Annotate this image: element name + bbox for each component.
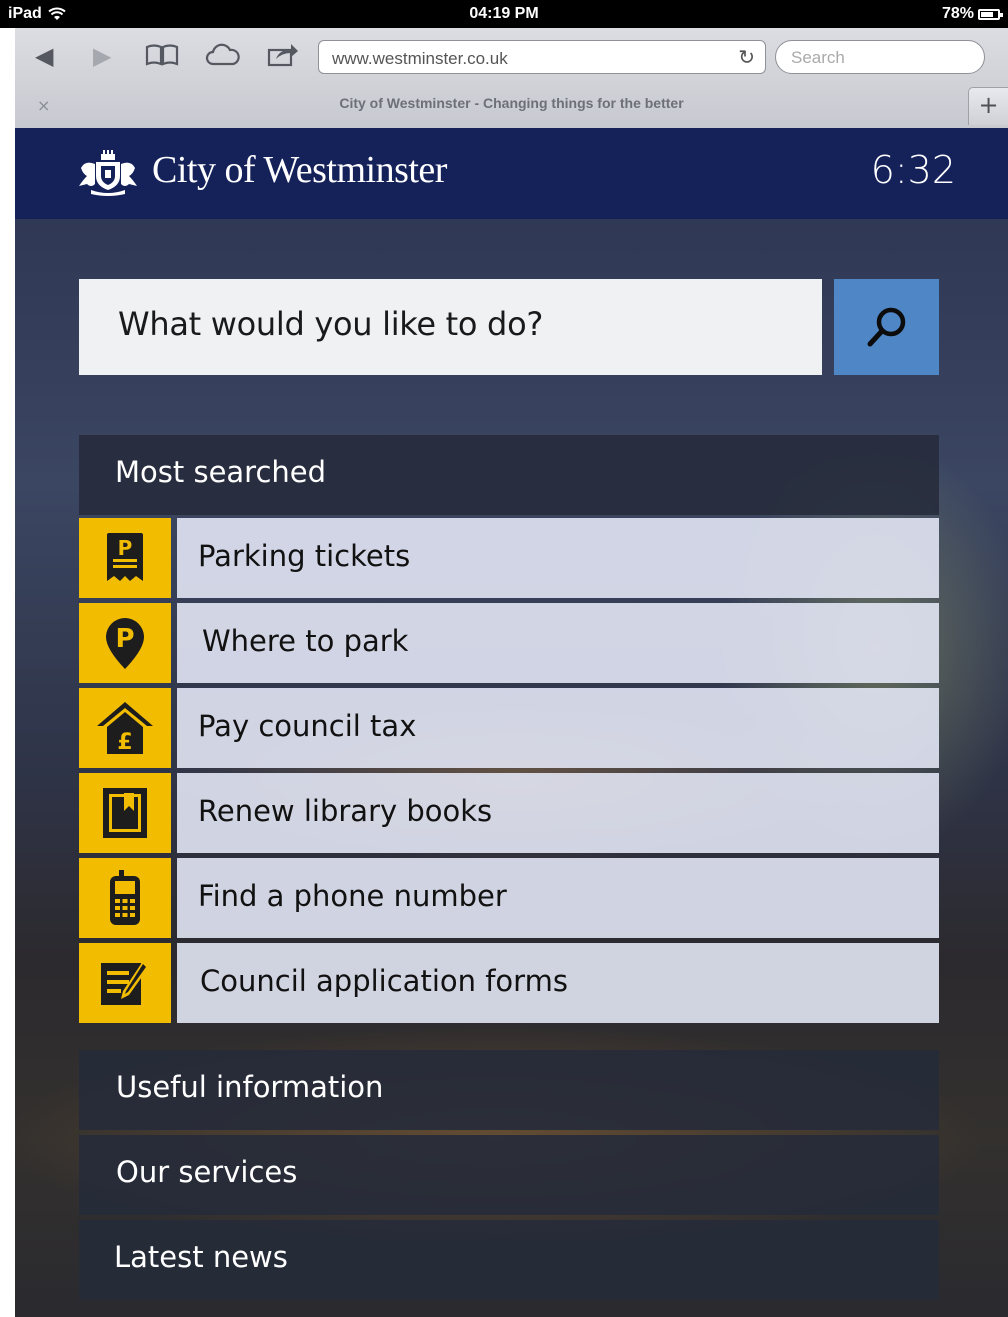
status-time: 04:19 PM xyxy=(469,5,539,22)
search-button[interactable] xyxy=(834,279,939,375)
site-search-prompt: What would you like to do? xyxy=(118,305,544,343)
quick-link-label: Where to park xyxy=(177,603,939,683)
address-text: www.westminster.co.uk xyxy=(332,49,508,68)
section-our-services[interactable]: Our services xyxy=(79,1135,939,1215)
quick-link-parking-tickets[interactable]: P Parking tickets xyxy=(79,518,939,598)
house-pound-icon: £ xyxy=(97,702,153,755)
quick-link-icon-box xyxy=(79,943,171,1023)
quick-link-label: Find a phone number xyxy=(177,858,939,938)
quick-link-find-phone-number[interactable]: Find a phone number xyxy=(79,858,939,938)
reload-icon[interactable]: ↻ xyxy=(738,45,755,70)
browser-toolbar: ◀ ▶ www.westminster.co.uk ↻ Search × Cit… xyxy=(15,28,1008,129)
crest-icon[interactable] xyxy=(77,150,139,196)
bookmarks-icon[interactable] xyxy=(145,42,179,74)
quick-link-pay-council-tax[interactable]: £ Pay council tax xyxy=(79,688,939,768)
most-searched-heading: Most searched xyxy=(79,435,939,515)
status-right: 78% xyxy=(941,5,1003,23)
browser-search-field[interactable]: Search xyxy=(775,40,985,74)
phone-icon xyxy=(110,870,140,925)
icloud-tabs-icon[interactable] xyxy=(205,42,241,74)
site-header: City of Westminster 6:32 xyxy=(15,128,1008,219)
quick-link-icon-box: P xyxy=(79,518,171,598)
back-icon[interactable]: ◀ xyxy=(35,42,53,70)
quick-link-label: Pay council tax xyxy=(177,688,939,768)
tab-title[interactable]: City of Westminster - Changing things fo… xyxy=(15,95,1008,111)
quick-link-council-application-forms[interactable]: Council application forms xyxy=(79,943,939,1023)
book-icon xyxy=(103,788,147,838)
quick-link-label: Parking tickets xyxy=(177,518,939,598)
site-title[interactable]: City of Westminster xyxy=(152,148,447,192)
battery-icon xyxy=(978,8,1003,20)
svg-text:P: P xyxy=(118,536,133,560)
quick-link-icon-box xyxy=(79,858,171,938)
svg-text:P: P xyxy=(115,624,134,654)
address-bar[interactable]: www.westminster.co.uk ↻ xyxy=(318,40,766,74)
new-tab-button[interactable]: + xyxy=(968,87,1008,125)
form-icon xyxy=(101,961,149,1005)
search-icon xyxy=(867,307,905,347)
section-latest-news[interactable]: Latest news xyxy=(79,1220,939,1300)
parking-pin-icon: P xyxy=(106,618,144,669)
site-search-input[interactable]: What would you like to do? xyxy=(79,279,822,375)
quick-link-where-to-park[interactable]: P Where to park xyxy=(79,603,939,683)
browser-search-placeholder: Search xyxy=(791,48,845,67)
battery-percent: 78% xyxy=(941,5,974,22)
quick-link-label: Renew library books xyxy=(177,773,939,853)
status-bar: iPad 04:19 PM 78% xyxy=(0,0,1008,28)
battery-fill xyxy=(981,11,994,17)
web-page: City of Westminster 6:32 What would you … xyxy=(15,128,1008,1317)
section-useful-information[interactable]: Useful information xyxy=(79,1050,939,1130)
clock-display: 6:32 xyxy=(870,148,956,192)
svg-text:£: £ xyxy=(117,730,132,755)
quick-link-renew-library-books[interactable]: Renew library books xyxy=(79,773,939,853)
parking-ticket-icon: P xyxy=(107,533,143,581)
quick-link-icon-box: £ xyxy=(79,688,171,768)
share-icon[interactable] xyxy=(267,42,299,74)
quick-link-icon-box: P xyxy=(79,603,171,683)
forward-icon[interactable]: ▶ xyxy=(93,42,111,70)
quick-link-icon-box xyxy=(79,773,171,853)
quick-link-label: Council application forms xyxy=(177,943,939,1023)
